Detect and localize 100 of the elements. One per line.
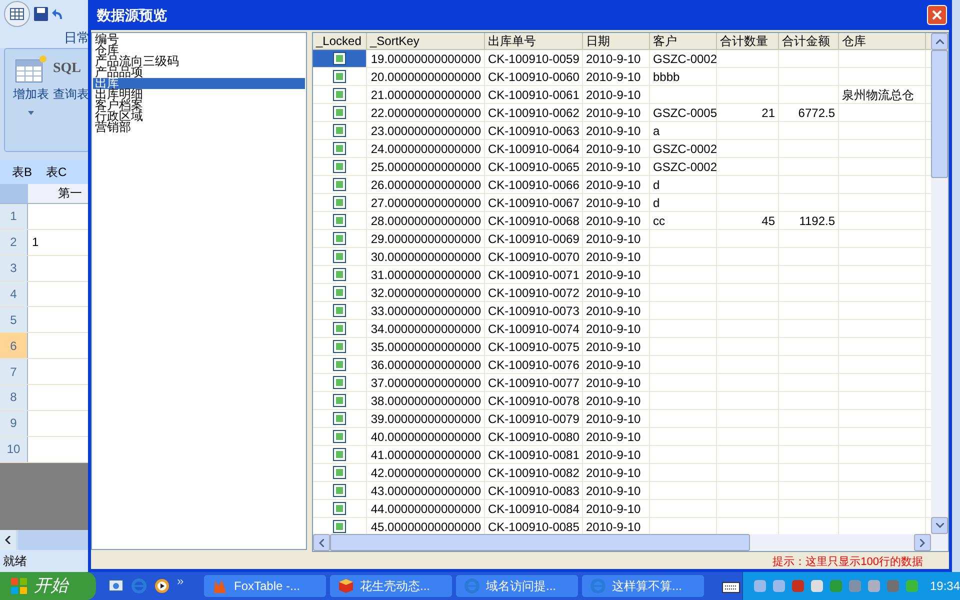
- undo-icon[interactable]: [52, 6, 64, 21]
- checkbox[interactable]: [333, 70, 346, 83]
- source-list-item[interactable]: 营销部: [93, 122, 305, 133]
- source-list-item[interactable]: 产品流向三级码: [93, 56, 305, 67]
- browser-icon: [131, 578, 147, 594]
- checkbox[interactable]: [333, 196, 346, 209]
- taskbar-button[interactable]: 这样算不算...: [582, 575, 704, 597]
- checkbox[interactable]: [333, 52, 346, 65]
- table-cell-text: CK-100910-0069: [488, 230, 580, 248]
- table-cell-text: 39.00000000000000: [370, 410, 481, 428]
- row-number[interactable]: 7: [0, 359, 28, 384]
- scroll-up-button[interactable]: [931, 33, 948, 50]
- media-player-icon[interactable]: [154, 578, 170, 594]
- checkbox[interactable]: [333, 466, 346, 479]
- checkbox[interactable]: [333, 430, 346, 443]
- column-header[interactable]: 出库单号: [485, 33, 583, 49]
- windows-logo-icon: [10, 577, 28, 595]
- table-cell-text: 2010-9-10: [586, 410, 641, 428]
- table-cell-text: 22.00000000000000: [370, 104, 481, 122]
- sheet-tab[interactable]: 表B: [12, 163, 32, 182]
- taskbar-button[interactable]: 花生壳动态...: [330, 575, 452, 597]
- row-number[interactable]: 8: [0, 384, 28, 410]
- scroll-down-button[interactable]: [931, 517, 948, 534]
- save-icon[interactable]: [34, 6, 48, 21]
- scrollbar-thumb[interactable]: [330, 534, 750, 551]
- checkbox[interactable]: [333, 502, 346, 515]
- checkbox[interactable]: [333, 286, 346, 299]
- row-number[interactable]: 6: [0, 333, 28, 358]
- row-number[interactable]: 1: [0, 204, 28, 229]
- scroll-left-button[interactable]: [0, 530, 16, 550]
- column-header[interactable]: _Locked: [313, 33, 367, 49]
- table-cell-text: 2010-9-10: [586, 230, 641, 248]
- table-cell-text: CK-100910-0076: [488, 356, 580, 374]
- locked-cell[interactable]: [313, 50, 367, 67]
- add-table-button[interactable]: 增加表: [13, 84, 49, 103]
- source-list-item[interactable]: 产品品项: [93, 67, 305, 78]
- table-cell-text: CK-100910-0066: [488, 176, 580, 194]
- dropdown-caret-icon[interactable]: [28, 110, 34, 115]
- checkbox[interactable]: [333, 250, 346, 263]
- sheet-tab[interactable]: 表C: [46, 163, 67, 182]
- checkbox[interactable]: [333, 214, 346, 227]
- checkbox[interactable]: [333, 88, 346, 101]
- row-number[interactable]: 4: [0, 282, 28, 306]
- table-cell-text: CK-100910-0072: [488, 284, 580, 302]
- column-header[interactable]: 合计数量: [717, 33, 779, 49]
- checkbox[interactable]: [333, 520, 346, 533]
- row-number[interactable]: 5: [0, 307, 28, 332]
- checkbox[interactable]: [333, 106, 346, 119]
- checkbox[interactable]: [333, 304, 346, 317]
- checkbox[interactable]: [333, 412, 346, 425]
- source-list-item[interactable]: 编号: [93, 34, 305, 45]
- checkbox[interactable]: [333, 394, 346, 407]
- query-table-button[interactable]: 查询表: [53, 84, 89, 103]
- table-cell-text: 2010-9-10: [586, 158, 641, 176]
- checkbox[interactable]: [333, 160, 346, 173]
- row-number[interactable]: 2: [0, 230, 28, 255]
- source-list-item[interactable]: 出库: [93, 78, 305, 89]
- column-header[interactable]: 合计金额: [779, 33, 839, 49]
- checkbox[interactable]: [333, 322, 346, 335]
- taskbar-button[interactable]: FoxTable -...: [204, 575, 326, 597]
- checkbox[interactable]: [333, 268, 346, 281]
- source-list-item[interactable]: 客户档案: [93, 100, 305, 111]
- source-list-item[interactable]: 仓库: [93, 45, 305, 56]
- checkbox[interactable]: [333, 340, 346, 353]
- close-icon: [932, 10, 942, 20]
- row-number[interactable]: 10: [0, 436, 28, 462]
- checkbox[interactable]: [333, 142, 346, 155]
- desktop-icon[interactable]: [108, 578, 124, 594]
- checkbox[interactable]: [333, 178, 346, 191]
- column-header[interactable]: 日期: [583, 33, 650, 49]
- column-header[interactable]: 客户: [650, 33, 717, 49]
- checkbox[interactable]: [333, 484, 346, 497]
- table-cell-text: 36.00000000000000: [370, 356, 481, 374]
- taskbar-button[interactable]: 域名访问提...: [456, 575, 578, 597]
- table-cell-text: 25.00000000000000: [370, 158, 481, 176]
- table-cell-text: GSZC-0002: [653, 140, 718, 158]
- row-number[interactable]: 9: [0, 410, 28, 436]
- table-cell-text: 21.00000000000000: [370, 86, 481, 104]
- start-button[interactable]: 开始: [0, 572, 96, 600]
- checkbox[interactable]: [333, 232, 346, 245]
- keyboard-icon[interactable]: [722, 579, 740, 593]
- source-list-item[interactable]: 行政区域: [93, 111, 305, 122]
- overflow-button[interactable]: »: [177, 572, 184, 590]
- column-header[interactable]: _SortKey: [367, 33, 485, 49]
- scroll-right-button[interactable]: [914, 534, 931, 551]
- table-cell-text: CK-100910-0073: [488, 302, 580, 320]
- close-button[interactable]: [927, 5, 947, 25]
- table-cell-text: CK-100910-0070: [488, 248, 580, 266]
- scrollbar-thumb[interactable]: [18, 530, 90, 550]
- checkbox[interactable]: [333, 448, 346, 461]
- table-cell-text: 27.00000000000000: [370, 194, 481, 212]
- checkbox[interactable]: [333, 124, 346, 137]
- checkbox[interactable]: [333, 358, 346, 371]
- scrollbar-thumb[interactable]: [931, 50, 948, 178]
- status-text: 就绪: [3, 553, 27, 570]
- checkbox[interactable]: [333, 376, 346, 389]
- column-header[interactable]: 仓库: [839, 33, 926, 49]
- source-list-item[interactable]: 出库明细: [93, 89, 305, 100]
- office-orb-button[interactable]: [4, 0, 30, 27]
- row-number[interactable]: 3: [0, 256, 28, 281]
